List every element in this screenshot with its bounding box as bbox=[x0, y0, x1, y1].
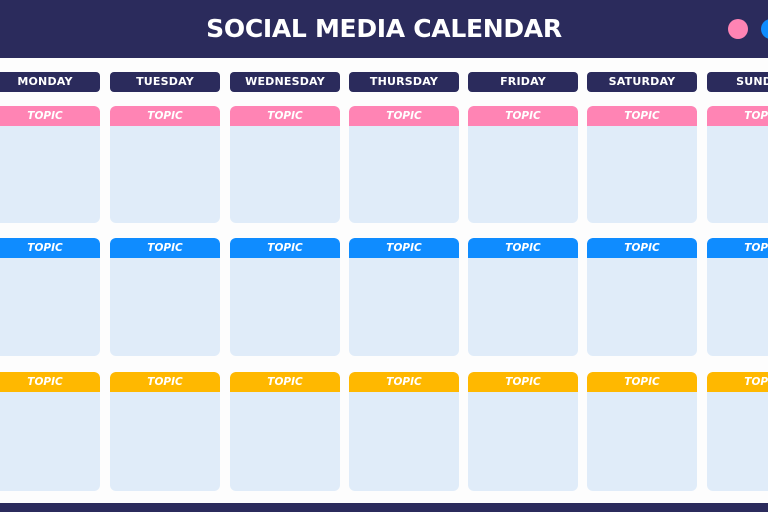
post-content-area[interactable] bbox=[587, 258, 697, 356]
post-content-area[interactable] bbox=[0, 392, 100, 491]
post-content-area[interactable] bbox=[110, 258, 220, 356]
day-column-tuesday: TUESDAY TOPIC TOPIC TOPIC bbox=[110, 72, 220, 491]
post-card[interactable]: TOPIC bbox=[0, 106, 100, 223]
post-content-area[interactable] bbox=[587, 126, 697, 223]
post-content-area[interactable] bbox=[707, 258, 768, 356]
post-content-area[interactable] bbox=[110, 392, 220, 491]
topic-label[interactable]: TOPIC bbox=[0, 372, 100, 392]
post-content-area[interactable] bbox=[349, 126, 459, 223]
post-card[interactable]: TOPIC bbox=[707, 372, 768, 491]
post-card[interactable]: TOPIC bbox=[707, 238, 768, 356]
day-column-monday: MONDAY TOPIC TOPIC TOPIC bbox=[0, 72, 100, 491]
day-column-thursday: THURSDAY TOPIC TOPIC TOPIC bbox=[349, 72, 459, 491]
post-card[interactable]: TOPIC bbox=[468, 106, 578, 223]
topic-label[interactable]: TOPIC bbox=[110, 238, 220, 258]
post-card[interactable]: TOPIC bbox=[587, 372, 697, 491]
day-header-monday: MONDAY bbox=[0, 72, 100, 92]
topic-label[interactable]: TOPIC bbox=[587, 238, 697, 258]
day-header-tuesday: TUESDAY bbox=[110, 72, 220, 92]
topic-label[interactable]: TOPIC bbox=[707, 372, 768, 392]
post-content-area[interactable] bbox=[230, 126, 340, 223]
topic-label[interactable]: TOPIC bbox=[468, 106, 578, 126]
day-column-saturday: SATURDAY TOPIC TOPIC TOPIC bbox=[587, 72, 697, 491]
topic-label[interactable]: TOPIC bbox=[707, 238, 768, 258]
topic-label[interactable]: TOPIC bbox=[110, 106, 220, 126]
footer-bar bbox=[0, 503, 768, 512]
day-column-wednesday: WEDNESDAY TOPIC TOPIC TOPIC bbox=[230, 72, 340, 491]
topic-label[interactable]: TOPIC bbox=[230, 238, 340, 258]
post-card[interactable]: TOPIC bbox=[110, 372, 220, 491]
post-card[interactable]: TOPIC bbox=[230, 372, 340, 491]
pink-dot-icon bbox=[728, 19, 748, 39]
post-card[interactable]: TOPIC bbox=[349, 106, 459, 223]
day-header-thursday: THURSDAY bbox=[349, 72, 459, 92]
day-column-sunday: SUNDAY TOPIC TOPIC TOPIC bbox=[707, 72, 768, 491]
post-card[interactable]: TOPIC bbox=[587, 238, 697, 356]
day-header-wednesday: WEDNESDAY bbox=[230, 72, 340, 92]
day-column-friday: FRIDAY TOPIC TOPIC TOPIC bbox=[468, 72, 578, 491]
post-content-area[interactable] bbox=[707, 392, 768, 491]
topic-label[interactable]: TOPIC bbox=[587, 106, 697, 126]
topic-label[interactable]: TOPIC bbox=[0, 238, 100, 258]
post-content-area[interactable] bbox=[468, 258, 578, 356]
header-bar: SOCIAL MEDIA CALENDAR bbox=[0, 0, 768, 58]
topic-label[interactable]: TOPIC bbox=[349, 372, 459, 392]
topic-label[interactable]: TOPIC bbox=[349, 238, 459, 258]
topic-label[interactable]: TOPIC bbox=[0, 106, 100, 126]
topic-label[interactable]: TOPIC bbox=[110, 372, 220, 392]
post-card[interactable]: TOPIC bbox=[110, 106, 220, 223]
post-card[interactable]: TOPIC bbox=[349, 238, 459, 356]
post-card[interactable]: TOPIC bbox=[0, 372, 100, 491]
topic-label[interactable]: TOPIC bbox=[707, 106, 768, 126]
post-card[interactable]: TOPIC bbox=[230, 106, 340, 223]
topic-label[interactable]: TOPIC bbox=[230, 372, 340, 392]
day-header-sunday: SUNDAY bbox=[707, 72, 768, 92]
post-content-area[interactable] bbox=[468, 126, 578, 223]
post-content-area[interactable] bbox=[468, 392, 578, 491]
post-card[interactable]: TOPIC bbox=[349, 372, 459, 491]
topic-label[interactable]: TOPIC bbox=[468, 372, 578, 392]
post-card[interactable]: TOPIC bbox=[468, 372, 578, 491]
day-header-saturday: SATURDAY bbox=[587, 72, 697, 92]
post-card[interactable]: TOPIC bbox=[468, 238, 578, 356]
page-title: SOCIAL MEDIA CALENDAR bbox=[206, 14, 562, 43]
post-content-area[interactable] bbox=[0, 126, 100, 223]
post-content-area[interactable] bbox=[587, 392, 697, 491]
post-content-area[interactable] bbox=[707, 126, 768, 223]
post-content-area[interactable] bbox=[110, 126, 220, 223]
day-header-friday: FRIDAY bbox=[468, 72, 578, 92]
post-content-area[interactable] bbox=[349, 392, 459, 491]
post-card[interactable]: TOPIC bbox=[230, 238, 340, 356]
topic-label[interactable]: TOPIC bbox=[468, 238, 578, 258]
post-card[interactable]: TOPIC bbox=[707, 106, 768, 223]
topic-label[interactable]: TOPIC bbox=[230, 106, 340, 126]
topic-label[interactable]: TOPIC bbox=[349, 106, 459, 126]
post-content-area[interactable] bbox=[349, 258, 459, 356]
post-card[interactable]: TOPIC bbox=[587, 106, 697, 223]
topic-label[interactable]: TOPIC bbox=[587, 372, 697, 392]
post-content-area[interactable] bbox=[230, 392, 340, 491]
post-content-area[interactable] bbox=[230, 258, 340, 356]
post-content-area[interactable] bbox=[0, 258, 100, 356]
post-card[interactable]: TOPIC bbox=[110, 238, 220, 356]
post-card[interactable]: TOPIC bbox=[0, 238, 100, 356]
